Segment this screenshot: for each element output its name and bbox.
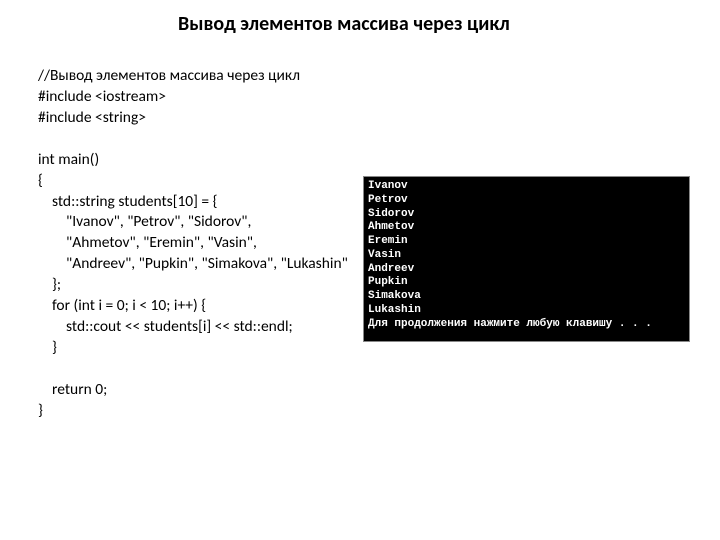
console-line: Для продолжения нажмите любую клавишу . … — [368, 318, 685, 332]
console-line: Andreev — [368, 263, 685, 277]
console-line: Pupkin — [368, 276, 685, 290]
console-line: Ahmetov — [368, 221, 685, 235]
console-line: Vasin — [368, 249, 685, 263]
console-line: Ivanov — [368, 180, 685, 194]
console-line: Lukashin — [368, 304, 685, 318]
console-output: Ivanov Petrov Sidorov Ahmetov Eremin Vas… — [363, 176, 690, 342]
slide-title: Вывод элементов массива через цикл — [178, 12, 518, 36]
code-listing: //Вывод элементов массива через цикл #in… — [38, 66, 358, 422]
console-line: Eremin — [368, 235, 685, 249]
console-line: Simakova — [368, 290, 685, 304]
console-line: Sidorov — [368, 208, 685, 222]
console-line: Petrov — [368, 194, 685, 208]
